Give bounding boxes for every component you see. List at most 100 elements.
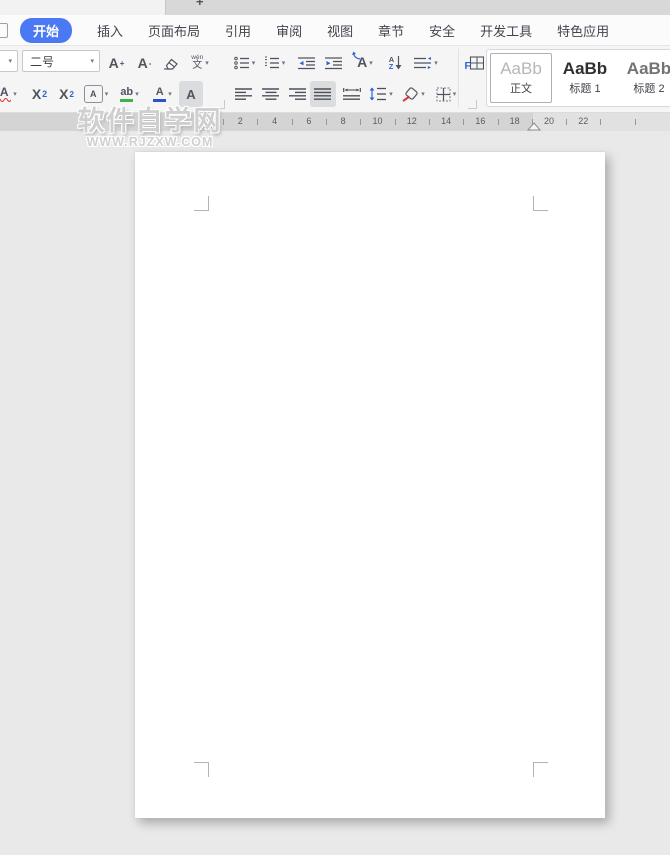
chevron-down-icon: ▾ [389,90,393,98]
toolbar-group-separator [458,49,459,107]
sort-az-icon: A Z [388,54,395,71]
tab-security[interactable]: 安全 [429,21,455,40]
margin-crop-mark-bottom-right [533,762,548,777]
margin-crop-mark-top-left [194,196,209,211]
align-center-button[interactable] [258,81,283,107]
font-color-button[interactable]: A ▾ [147,81,178,107]
align-right-icon [288,87,307,101]
group-corner-mark [216,100,225,109]
new-tab-button[interactable]: + [196,0,204,9]
character-shading-button[interactable]: A [179,81,203,107]
character-border-button[interactable]: A ▾ [81,81,111,107]
wavy-underline-icon: A [0,86,12,102]
chevron-down-icon: ▾ [135,90,139,98]
wps-writer-window: + 开始 插入 页面布局 引用 审阅 视图 章节 安全 开发工具 特色应用 ▾ … [0,0,670,855]
bullet-list-button[interactable]: ▾ [231,50,258,76]
subscript-button[interactable]: X2 [54,81,79,107]
chevron-down-icon: ▾ [168,90,172,98]
distribute-icon [342,87,361,101]
indent-icon [324,56,343,70]
line-spacing-icon [369,87,387,101]
outdent-icon [297,56,316,70]
eraser-icon [162,56,179,71]
chevron-down-icon: ▾ [8,57,12,65]
increase-indent-button[interactable] [321,50,346,76]
text-direction-button[interactable]: A ▾ [350,50,380,76]
text-tool-grid-button[interactable]: F [464,50,486,76]
chevron-down-icon: ▾ [281,59,286,67]
clear-format-button[interactable] [158,50,183,76]
table-grid-f-icon: F [465,56,484,72]
justify-icon [314,87,332,101]
style-label: 正文 [510,82,532,95]
chevron-down-icon: ▾ [205,59,209,67]
pinyin-icon: wén 文 [191,53,204,72]
chevron-down-icon: ▾ [251,59,256,67]
paragraph-layout-button[interactable]: ▾ [410,50,442,76]
tab-page-layout[interactable]: 页面布局 [148,21,200,40]
decrease-indent-button[interactable] [294,50,319,76]
tab-section[interactable]: 章节 [378,21,404,40]
tab-developer-tools[interactable]: 开发工具 [480,21,532,40]
tab-insert[interactable]: 插入 [97,21,123,40]
chevron-down-icon: ▾ [452,90,457,98]
right-indent-marker[interactable] [527,122,541,131]
font-size-combobox[interactable]: 二号 ▾ [22,50,100,72]
numbered-list-button[interactable]: ▾ [261,50,288,76]
increase-font-size-button[interactable]: A + [103,50,130,76]
tab-view[interactable]: 视图 [327,21,353,40]
align-left-button[interactable] [231,81,256,107]
paragraph-layout-icon [414,56,432,70]
decrease-font-size-button[interactable]: A- [131,50,158,76]
tab-review[interactable]: 审阅 [276,21,302,40]
shading-button[interactable]: ▾ [398,81,428,107]
ribbon-tab-bar: 开始 插入 页面布局 引用 审阅 视图 章节 安全 开发工具 特色应用 [0,15,670,46]
tab-special-features[interactable]: 特色应用 [557,21,609,40]
align-left-icon [234,87,253,101]
style-item-heading1[interactable]: AaBb 标题 1 [554,53,616,103]
bullet-list-icon [233,56,250,70]
style-label: 标题 2 [633,82,665,95]
align-right-button[interactable] [285,81,310,107]
style-preview: AaBb [562,59,608,79]
justify-button[interactable] [310,81,336,107]
distribute-button[interactable] [338,81,365,107]
style-preview: AaBb [626,59,670,79]
sort-arrow [395,56,402,70]
style-item-body[interactable]: AaBb 正文 [490,53,552,103]
line-spacing-button[interactable]: ▾ [366,81,396,107]
document-tab[interactable] [0,0,166,15]
tab-home[interactable]: 开始 [20,17,73,43]
chevron-down-icon: ▾ [90,57,94,65]
borders-grid-icon [436,87,451,102]
superscript-button[interactable]: X2 [27,81,52,107]
clipped-toolbar-icon [0,23,8,38]
tab-references[interactable]: 引用 [225,21,251,40]
left-indent-marker[interactable] [200,113,214,130]
chevron-down-icon: ▾ [104,90,109,98]
horizontal-ruler: 2 4 6 8 10 12 14 16 18 20 22 [0,113,670,132]
styles-gallery: AaBb 正文 AaBb 标题 1 AaBb 标题 2 [486,49,670,107]
ribbon-toolbar: ▾ 二号 ▾ A + A- wén 文 ▾ ▾ ▾ A ▾ A Z ▾ F A … [0,46,670,113]
document-tab-strip: + [0,0,670,15]
font-name-combobox[interactable]: ▾ [0,50,18,72]
font-size-value: 二号 [30,54,55,69]
margin-crop-mark-bottom-left [194,762,209,777]
chevron-down-icon: ▾ [369,59,373,67]
chevron-down-icon: ▾ [13,90,17,98]
numbered-list-icon [264,56,280,70]
pinyin-guide-button[interactable]: wén 文 ▾ [185,50,215,76]
font-color-icon: A [153,86,167,102]
document-canvas [0,131,670,855]
paint-bucket-icon [401,86,419,102]
margin-crop-mark-top-right [533,196,548,211]
align-center-icon [261,87,280,101]
spelling-underline-button[interactable]: A ▾ [0,81,22,107]
chevron-down-icon: ▾ [434,59,438,67]
style-item-heading2[interactable]: AaBb 标题 2 [618,53,670,103]
document-page[interactable] [135,152,605,818]
sort-button[interactable]: A Z [383,50,408,76]
highlight-color-button[interactable]: ab ▾ [114,81,145,107]
text-direction-icon: A [352,51,367,72]
style-label: 标题 1 [569,82,601,95]
